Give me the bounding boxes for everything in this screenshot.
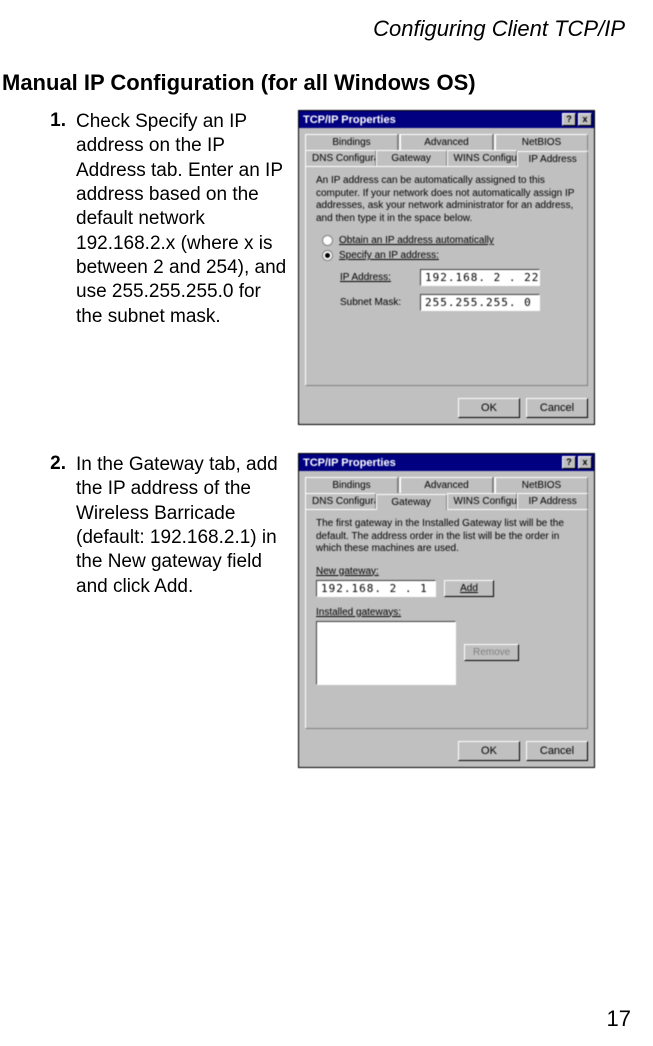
tab-gateway[interactable]: Gateway: [376, 494, 447, 510]
tab-wins[interactable]: WINS Configuration: [447, 493, 518, 509]
new-gateway-label: New gateway:: [316, 566, 577, 577]
ip-address-input[interactable]: 192.168. 2 . 22: [420, 269, 540, 286]
dialog-2-tabs: Bindings Advanced NetBIOS DNS Configurat…: [299, 471, 594, 509]
close-button[interactable]: x: [578, 456, 592, 469]
dialog-2-panel: The first gateway in the Installed Gatew…: [305, 509, 588, 729]
cancel-button[interactable]: Cancel: [526, 741, 588, 761]
tab-gateway[interactable]: Gateway: [376, 150, 447, 166]
new-gateway-input[interactable]: 192.168. 2 . 1: [316, 580, 436, 597]
dialog-1-titlebar: TCP/IP Properties ? x: [299, 111, 594, 128]
tab-dns[interactable]: DNS Configuration: [305, 493, 376, 509]
ip-address-label: IP Address:: [340, 272, 420, 283]
page-number: 17: [607, 1006, 631, 1032]
help-button[interactable]: ?: [562, 113, 576, 126]
step-2-number: 2.: [0, 453, 76, 475]
tab-bindings[interactable]: Bindings: [305, 477, 398, 493]
step-2: 2. In the Gateway tab, add the IP addres…: [0, 453, 625, 768]
dialog-1-panel: An IP address can be automatically assig…: [305, 166, 588, 386]
subnet-mask-input[interactable]: 255.255.255. 0: [420, 294, 540, 311]
dialog-1-title: TCP/IP Properties: [303, 114, 396, 126]
section-title: Manual IP Configuration (for all Windows…: [2, 70, 625, 96]
close-button[interactable]: x: [578, 113, 592, 126]
radio-icon: [322, 250, 333, 261]
tab-advanced[interactable]: Advanced: [400, 134, 493, 150]
step-2-text: In the Gateway tab, add the IP address o…: [76, 453, 292, 599]
tab-netbios[interactable]: NetBIOS: [495, 134, 588, 150]
dialog-2-titlebar: TCP/IP Properties ? x: [299, 454, 594, 471]
installed-gateways-label: Installed gateways:: [316, 607, 577, 618]
dialog-1-description: An IP address can be automatically assig…: [316, 175, 577, 225]
radio-obtain-auto[interactable]: Obtain an IP address automatically: [322, 235, 577, 246]
ok-button[interactable]: OK: [458, 398, 520, 418]
radio-specify-label: Specify an IP address:: [339, 250, 439, 261]
radio-obtain-label: Obtain an IP address automatically: [339, 235, 494, 246]
dialog-2: TCP/IP Properties ? x Bindings Advanced …: [298, 453, 595, 768]
dialog-1: TCP/IP Properties ? x Bindings Advanced …: [298, 110, 595, 425]
radio-specify[interactable]: Specify an IP address:: [322, 250, 577, 261]
dialog-2-title: TCP/IP Properties: [303, 457, 396, 469]
tab-advanced[interactable]: Advanced: [400, 477, 493, 493]
step-1-number: 1.: [0, 110, 76, 132]
tab-dns[interactable]: DNS Configuration: [305, 150, 376, 166]
add-button[interactable]: Add: [444, 580, 494, 597]
dialog-2-description: The first gateway in the Installed Gatew…: [316, 518, 577, 556]
installed-gateways-list[interactable]: [316, 621, 456, 685]
remove-button[interactable]: Remove: [464, 644, 519, 661]
step-1-text: Check Specify an IP address on the IP Ad…: [76, 110, 292, 329]
tab-netbios[interactable]: NetBIOS: [495, 477, 588, 493]
step-1: 1. Check Specify an IP address on the IP…: [0, 110, 625, 425]
cancel-button[interactable]: Cancel: [526, 398, 588, 418]
help-button[interactable]: ?: [562, 456, 576, 469]
tab-ip-address[interactable]: IP Address: [517, 493, 588, 509]
running-head: Configuring Client TCP/IP: [0, 16, 625, 42]
tab-wins[interactable]: WINS Configuration: [447, 150, 518, 166]
ok-button[interactable]: OK: [458, 741, 520, 761]
dialog-1-tabs: Bindings Advanced NetBIOS DNS Configurat…: [299, 128, 594, 166]
tab-ip-address[interactable]: IP Address: [517, 151, 588, 167]
tab-bindings[interactable]: Bindings: [305, 134, 398, 150]
subnet-mask-label: Subnet Mask:: [340, 297, 420, 308]
radio-icon: [322, 235, 333, 246]
